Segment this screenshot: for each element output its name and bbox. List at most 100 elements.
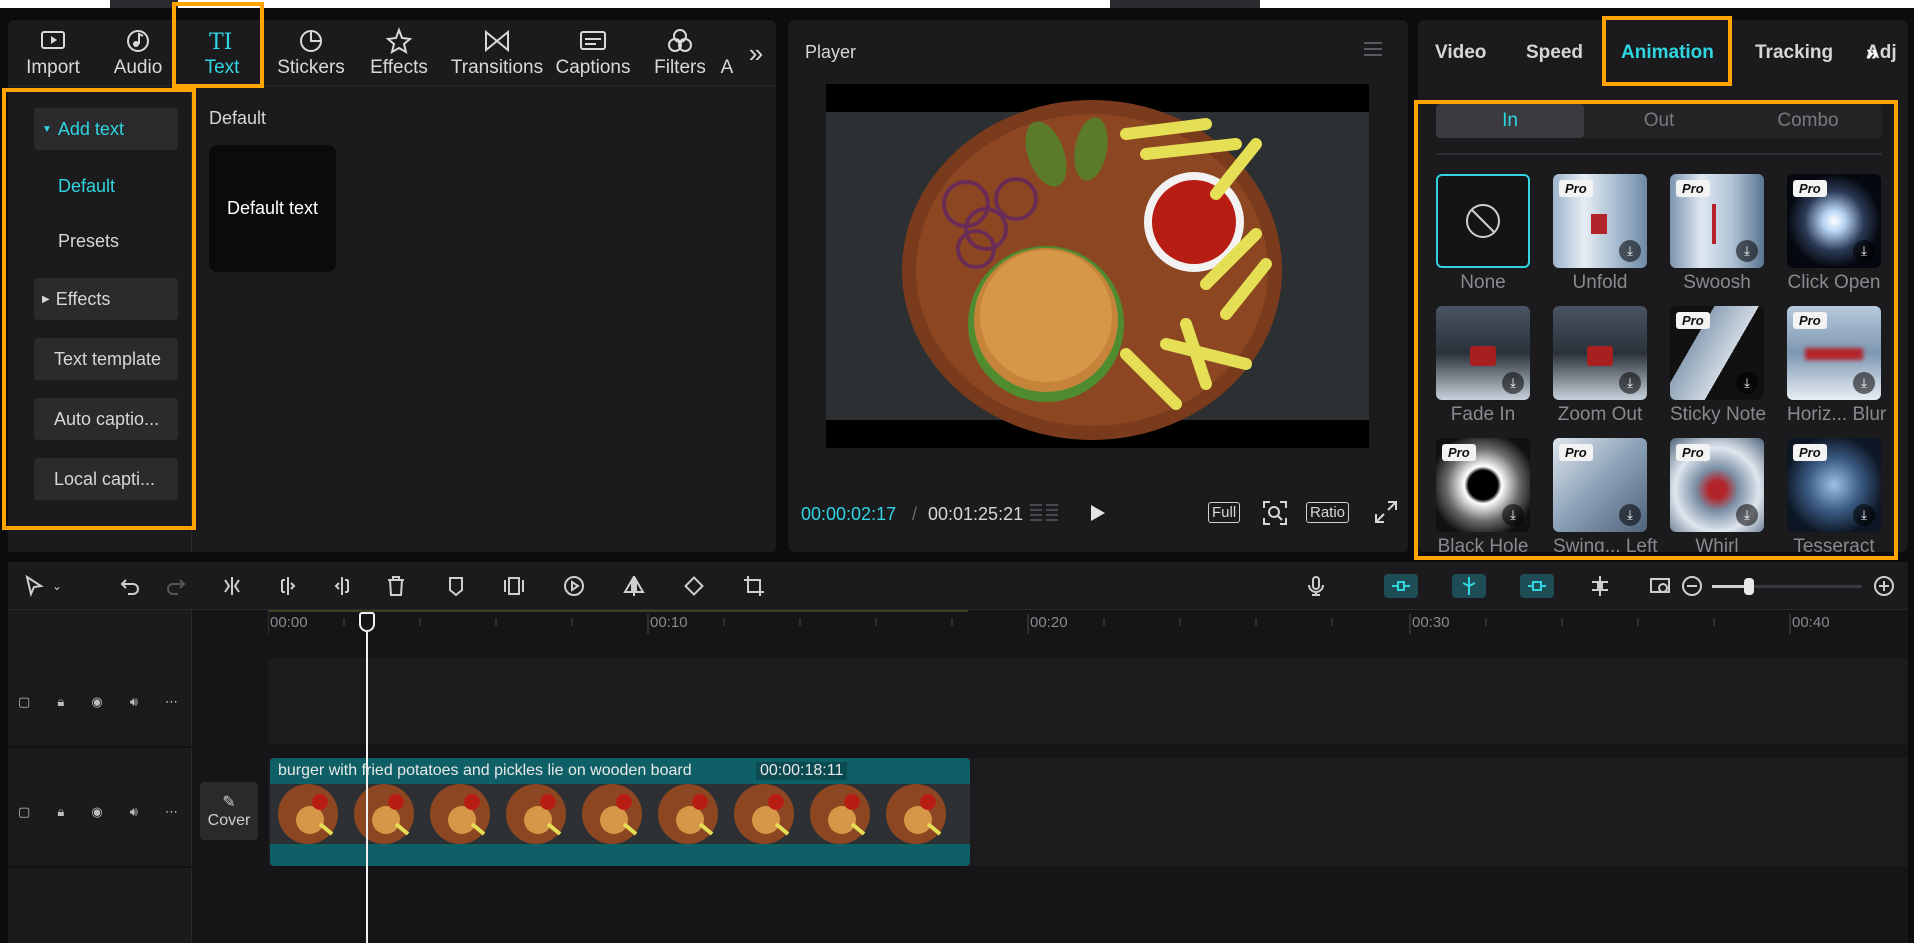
auto-snap-button[interactable]	[1452, 574, 1486, 598]
eye-icon[interactable]: ◉	[91, 804, 102, 822]
animation-zoom-out[interactable]: ⤓ Zoom Out	[1553, 306, 1647, 426]
marker-button[interactable]	[438, 562, 474, 610]
eye-icon[interactable]: ◉	[91, 694, 102, 712]
animation-fade-in[interactable]: ⤓ Fade In	[1436, 306, 1530, 426]
zoom-slider[interactable]	[1712, 578, 1862, 595]
download-icon[interactable]: ⤓	[1619, 240, 1641, 262]
download-icon[interactable]: ⤓	[1853, 372, 1875, 394]
animation-sticky-note[interactable]: Pro ⤓ Sticky Note	[1670, 306, 1766, 426]
empty-track-lane[interactable]	[268, 658, 1908, 744]
zoom-out-icon	[1682, 576, 1702, 596]
tab-animation[interactable]: Animation	[1621, 20, 1714, 86]
download-icon[interactable]: ⤓	[1502, 372, 1524, 394]
select-tool-button[interactable]	[16, 562, 52, 610]
download-icon[interactable]: ⤓	[1736, 240, 1758, 262]
toolbar-captions[interactable]: Captions	[548, 20, 638, 86]
segment-in[interactable]: In	[1436, 104, 1584, 138]
toolbar-import[interactable]: Import	[12, 20, 94, 86]
video-clip[interactable]: burger with fried potatoes and pickles l…	[270, 758, 970, 866]
default-text-card[interactable]: Default text	[209, 145, 336, 272]
download-icon[interactable]: ⤓	[1736, 372, 1758, 394]
record-voice-button[interactable]	[1298, 562, 1334, 610]
preview-axis-button[interactable]	[1582, 562, 1618, 610]
menu-icon[interactable]	[1362, 40, 1384, 58]
chevron-down-icon[interactable]: ⌄	[48, 562, 66, 610]
trim-right-button[interactable]	[324, 562, 360, 610]
time-separator: /	[912, 504, 918, 524]
toolbar-transitions[interactable]: Transitions	[444, 20, 550, 86]
zoom-fit-button[interactable]	[1262, 500, 1288, 526]
zoom-timeline-button[interactable]	[1642, 562, 1678, 610]
double-chevron-right-icon[interactable]: »	[1866, 40, 1878, 66]
download-icon[interactable]: ⤓	[1736, 504, 1758, 526]
playhead[interactable]	[366, 612, 368, 943]
segment-combo[interactable]: Combo	[1734, 104, 1882, 138]
nav-local-captions[interactable]: Local capti...	[34, 458, 178, 500]
toolbar-more-button[interactable]: »	[738, 20, 774, 86]
nav-text-template[interactable]: Text template	[34, 338, 178, 380]
download-icon[interactable]: ⤓	[1853, 240, 1875, 262]
download-icon[interactable]: ⤓	[1619, 372, 1641, 394]
speaker-icon[interactable]: 🔊︎	[130, 694, 138, 712]
main-track-magnet-button[interactable]	[1384, 574, 1418, 598]
more-icon[interactable]: ⋯	[165, 804, 178, 822]
undo-button[interactable]	[112, 562, 148, 610]
animation-click-open[interactable]: Pro ⤓ Click Open	[1787, 174, 1881, 294]
zoom-in-button[interactable]	[1866, 562, 1902, 610]
ratio-button[interactable]: Ratio	[1306, 502, 1350, 523]
lock-icon[interactable]: 🔒︎	[57, 694, 64, 712]
animation-swoosh[interactable]: Pro ⤓ Swoosh	[1670, 174, 1764, 294]
zoom-out-button[interactable]	[1674, 562, 1710, 610]
toolbar-stickers[interactable]: Stickers	[268, 20, 354, 86]
nav-add-text[interactable]: ▼ Add text	[34, 108, 178, 150]
lock-icon[interactable]: 🔒︎	[57, 804, 64, 822]
waveform-icon[interactable]	[1028, 500, 1062, 526]
cover-button[interactable]: ✎ Cover	[200, 782, 258, 840]
trim-left-button[interactable]	[270, 562, 306, 610]
animation-none[interactable]: None	[1436, 174, 1530, 294]
animation-black-hole[interactable]: Pro ⤓ Black Hole	[1436, 438, 1530, 558]
nav-local-captions-label: Local capti...	[54, 468, 156, 489]
toolbar-audio[interactable]: Audio	[100, 20, 176, 86]
download-icon[interactable]: ⤓	[1853, 504, 1875, 526]
fullscreen-button[interactable]	[1374, 500, 1398, 524]
nav-default[interactable]: Default	[34, 165, 178, 207]
delete-button[interactable]	[378, 562, 414, 610]
redo-button[interactable]	[158, 562, 194, 610]
animation-unfold[interactable]: Pro ⤓ Unfold	[1553, 174, 1647, 294]
play-button[interactable]	[1086, 502, 1108, 524]
toolbar-effects[interactable]: Effects	[356, 20, 442, 86]
nav-effects[interactable]: ▶ Effects	[34, 278, 178, 320]
speaker-icon[interactable]: 🔊︎	[130, 804, 138, 822]
download-icon[interactable]: ⤓	[1502, 504, 1524, 526]
nav-presets[interactable]: Presets	[34, 220, 178, 262]
mirror-button[interactable]	[616, 562, 652, 610]
animation-whirl[interactable]: Pro ⤓ Whirl	[1670, 438, 1764, 558]
animation-tesseract[interactable]: Pro ⤓ Tesseract	[1787, 438, 1881, 558]
zoom-slider-handle[interactable]	[1744, 578, 1754, 595]
tab-speed[interactable]: Speed	[1526, 20, 1583, 86]
crop-button[interactable]	[736, 562, 772, 610]
link-button[interactable]	[1520, 574, 1554, 598]
toolbar-adjust[interactable]: A	[720, 20, 734, 86]
split-button[interactable]	[214, 562, 250, 610]
toolbar-text[interactable]: TI Text	[184, 20, 260, 86]
rotate-button[interactable]	[676, 562, 712, 610]
speed-button[interactable]	[556, 562, 592, 610]
animation-swing-left[interactable]: Pro ⤓ Swing... Left	[1553, 438, 1658, 558]
nav-auto-captions[interactable]: Auto captio...	[34, 398, 178, 440]
animation-label: Zoom Out	[1557, 404, 1643, 425]
download-icon[interactable]: ⤓	[1619, 504, 1641, 526]
full-button[interactable]: Full	[1208, 502, 1241, 523]
animation-horizontal-blur[interactable]: Pro ⤓ Horiz... Blur	[1787, 306, 1886, 426]
playhead-handle[interactable]	[359, 612, 375, 632]
freeze-button[interactable]	[496, 562, 532, 610]
animation-segment-control: In Out Combo	[1436, 104, 1882, 138]
tab-tracking[interactable]: Tracking	[1755, 20, 1833, 86]
rotate-icon	[684, 576, 704, 596]
toolbar-filters[interactable]: Filters	[640, 20, 720, 86]
segment-out[interactable]: Out	[1585, 104, 1733, 138]
tab-video[interactable]: Video	[1435, 20, 1486, 86]
time-ruler[interactable]: 00:00 00:10 00:20 00:30 00:40	[268, 610, 1908, 650]
more-icon[interactable]: ⋯	[165, 694, 178, 712]
